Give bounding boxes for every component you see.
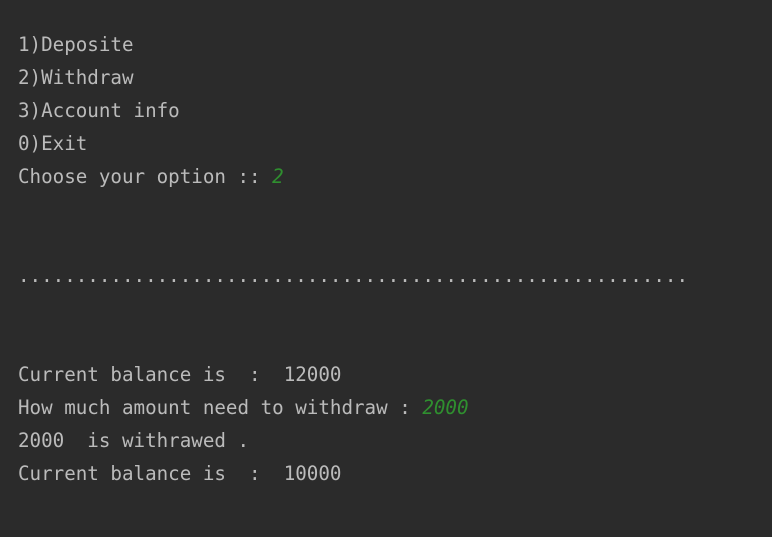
separator-line: ........................................… [18,264,689,287]
console-output[interactable]: 1)Deposite 2)Withdraw 3)Account info 0)E… [0,0,772,537]
option-prompt: Choose your option :: [18,165,273,188]
option-input: 2 [272,165,284,188]
menu-item-account-info: 3)Account info [18,99,180,122]
option-prompt-line: Choose your option :: 2 [18,165,772,198]
balance-after-line: Current balance is : 10000 [18,462,342,485]
menu-item-exit: 0)Exit [18,132,88,155]
withdraw-result-line: 2000 is withrawed . [18,429,250,452]
balance-before-line: Current balance is : 12000 [18,363,342,386]
menu-item-deposit: 1)Deposite [18,33,134,56]
withdraw-prompt: How much amount need to withdraw : [18,396,423,419]
menu-item-withdraw: 2)Withdraw [18,66,134,89]
withdraw-prompt-line: How much amount need to withdraw : 2000 [18,396,772,429]
withdraw-input: 2000 [422,396,469,419]
